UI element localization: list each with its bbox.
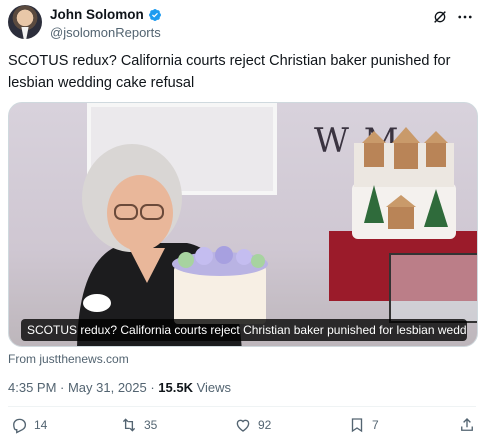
avatar[interactable] [8, 5, 42, 39]
share-button[interactable] [458, 416, 476, 434]
media-caption: SCOTUS redux? California courts reject C… [21, 319, 467, 341]
heart-icon [236, 419, 250, 432]
handle[interactable]: @jsolomonReports [50, 25, 161, 40]
tweet-actions: 14 35 92 7 [8, 416, 476, 438]
tweet-meta: 4:35 PM · May 31, 2025 · 15.5K Views [8, 380, 231, 395]
share-icon [461, 418, 473, 431]
tweet-media-card[interactable]: W M SCOTUS redux? California courts reje [8, 102, 478, 347]
bookmark-count: 7 [372, 418, 379, 432]
more-options-icon[interactable] [456, 9, 474, 25]
divider [8, 406, 476, 407]
name-line: John Solomon [50, 7, 162, 22]
views-label: Views [193, 380, 232, 395]
link-source[interactable]: From justthenews.com [8, 352, 129, 366]
bookmark-icon [351, 418, 363, 433]
photo-display-case [389, 253, 477, 323]
repost-count: 35 [144, 418, 158, 432]
grok-icon[interactable] [432, 9, 448, 25]
tweet-header: John Solomon @jsolomonReports [8, 5, 476, 45]
like-count: 92 [258, 418, 272, 432]
reply-count: 14 [34, 418, 48, 432]
reply-button[interactable]: 14 [10, 416, 47, 434]
frosted-cake-image [172, 246, 268, 324]
like-button[interactable]: 92 [234, 416, 271, 434]
tweet-text: SCOTUS redux? California courts reject C… [8, 53, 451, 91]
verified-badge-icon [148, 8, 161, 21]
gingerbread-cake-image [352, 127, 456, 239]
timestamp[interactable]: 4:35 PM · May 31, 2025 · [8, 380, 158, 395]
bookmark-button[interactable]: 7 [348, 416, 379, 434]
repost-icon [122, 418, 136, 432]
views-count: 15.5K [158, 380, 193, 395]
reply-icon [13, 418, 27, 434]
display-name[interactable]: John Solomon [50, 7, 144, 22]
repost-button[interactable]: 35 [120, 416, 157, 434]
